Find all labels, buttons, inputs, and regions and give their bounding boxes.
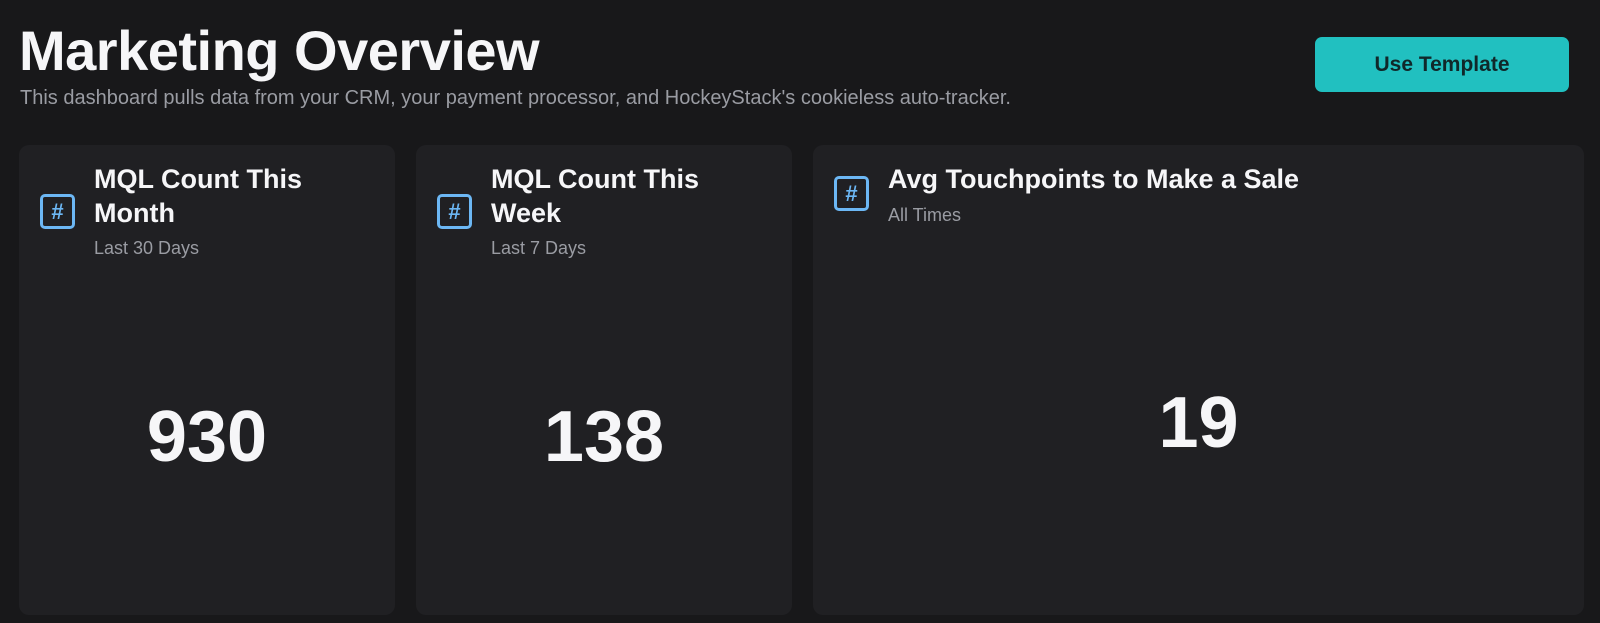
metric-card-mql-week[interactable]: # MQL Count This Week Last 7 Days 138	[416, 145, 792, 615]
metric-value: 138	[543, 397, 665, 477]
page-subtitle: This dashboard pulls data from your CRM,…	[20, 87, 1011, 109]
metric-value: 19	[1158, 383, 1239, 463]
use-template-button[interactable]: Use Template	[1315, 37, 1569, 92]
page-title: Marketing Overview	[19, 19, 540, 82]
metric-card-avg-touchpoints[interactable]: # Avg Touchpoints to Make a Sale All Tim…	[813, 145, 1584, 615]
card-subtitle: All Times	[888, 205, 962, 225]
hash-icon: #	[437, 194, 472, 229]
hash-icon: #	[834, 176, 869, 211]
metric-card-mql-month[interactable]: # MQL Count This Month Last 30 Days 930	[19, 145, 395, 615]
card-title: Avg Touchpoints to Make a Sale	[888, 164, 1300, 194]
metric-value: 930	[146, 397, 268, 477]
card-subtitle: Last 30 Days	[94, 238, 200, 258]
dashboard-page: Marketing Overview This dashboard pulls …	[0, 0, 1600, 623]
card-subtitle: Last 7 Days	[491, 238, 587, 258]
card-title: MQL Count This Month	[94, 164, 302, 228]
card-title: MQL Count This Week	[491, 164, 699, 228]
dashboard-header: Marketing Overview This dashboard pulls …	[0, 0, 1600, 140]
hash-icon: #	[40, 194, 75, 229]
